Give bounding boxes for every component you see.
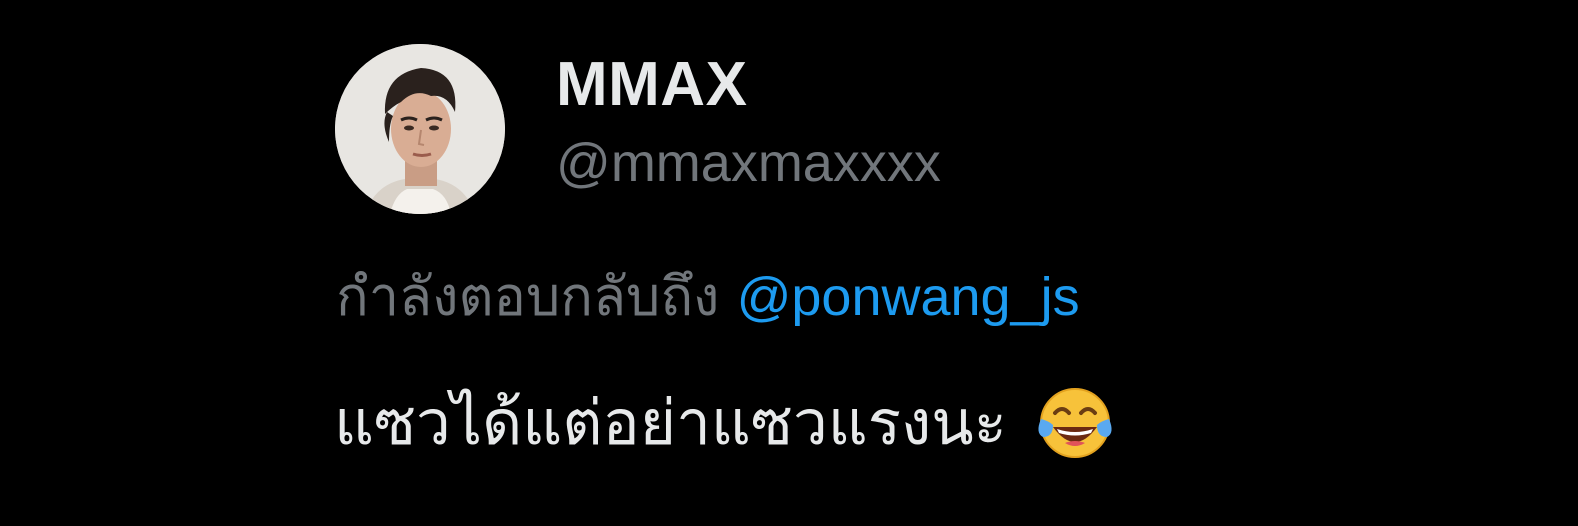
author-display-name[interactable]: MMAX — [556, 52, 747, 118]
reply-mention-link[interactable]: @ponwang_js — [737, 267, 1080, 327]
tweet-body: แซวได้แต่อย่าแซวแรงนะ — [334, 378, 1117, 468]
tweet-card: MMAX @mmaxmaxxxx กำลังตอบกลับถึง @ponwan… — [0, 0, 1578, 526]
author-handle[interactable]: @mmaxmaxxxx — [556, 132, 941, 194]
profile-photo — [335, 44, 505, 214]
face-with-tears-of-joy-icon — [1033, 381, 1117, 465]
avatar[interactable] — [335, 44, 505, 214]
reply-prefix: กำลังตอบกลับถึง — [336, 265, 720, 328]
tweet-text: แซวได้แต่อย่าแซวแรงนะ — [334, 386, 1007, 459]
reply-context: กำลังตอบกลับถึง @ponwang_js — [336, 262, 1080, 332]
